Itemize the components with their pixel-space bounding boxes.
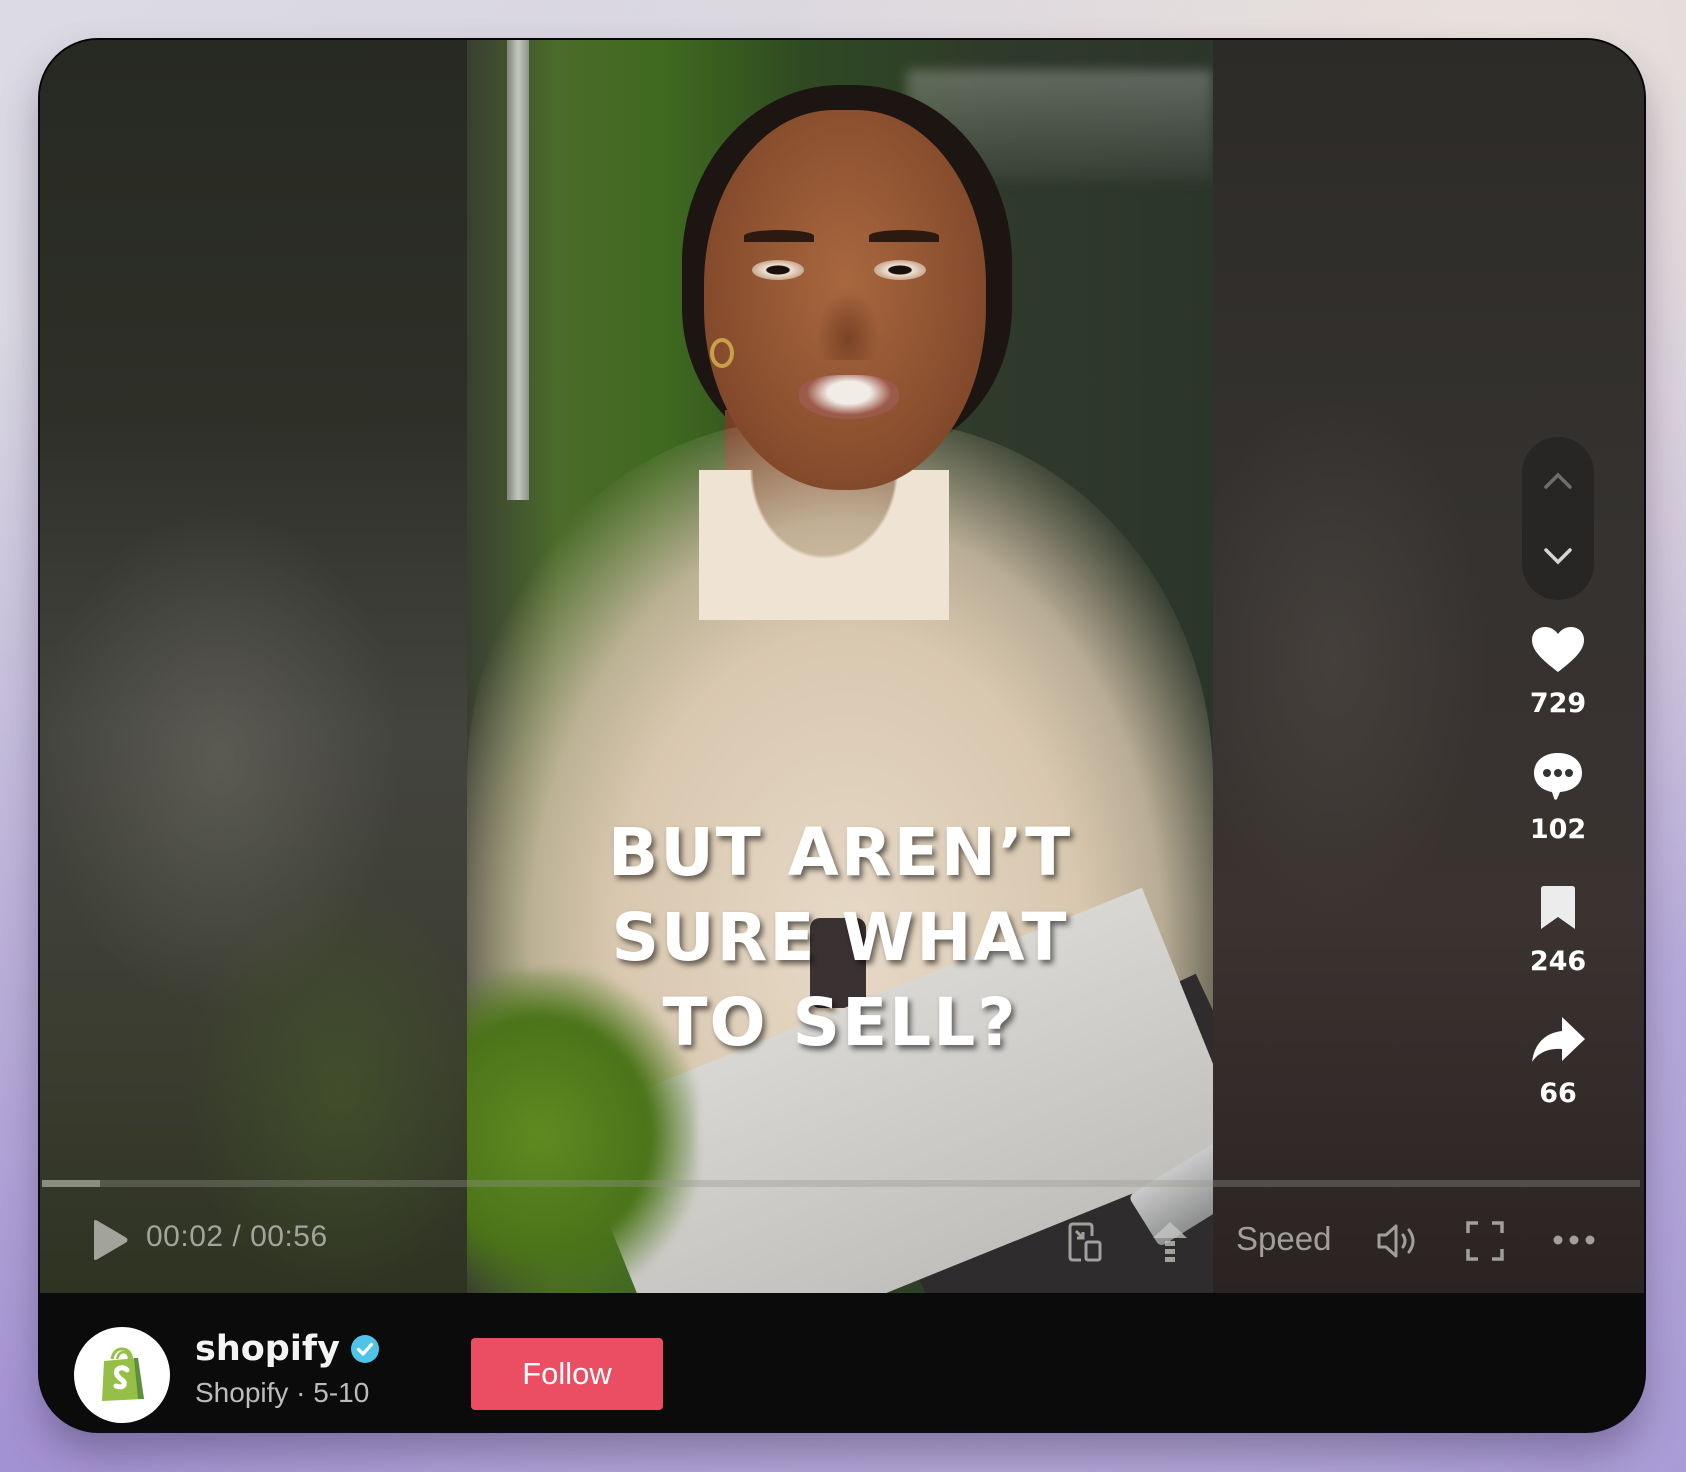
more-options-button[interactable] — [1552, 1232, 1596, 1248]
play-button[interactable] — [90, 1218, 130, 1262]
share-action[interactable]: 66 — [1518, 1012, 1598, 1109]
video-scene-pole — [507, 40, 529, 500]
picture-in-picture-button[interactable] — [1067, 1222, 1103, 1262]
caption-line: TO SELL? — [662, 984, 1018, 1061]
verified-badge-icon — [350, 1335, 379, 1363]
picture-in-picture-icon — [1068, 1222, 1102, 1262]
video-scene-eye — [874, 260, 926, 280]
upload-button[interactable] — [1152, 1220, 1188, 1264]
video-card: BUT AREN’T SURE WHAT TO SELL? 00:02 / 00… — [40, 40, 1644, 1431]
video-scene-brow — [869, 230, 939, 242]
speed-button[interactable]: Speed — [1236, 1220, 1331, 1258]
video-frame[interactable] — [467, 40, 1213, 1293]
video-scene-brow — [744, 230, 814, 242]
previous-video-button[interactable] — [1522, 445, 1594, 517]
video-scene-nose — [816, 290, 880, 360]
chevron-up-icon — [1544, 472, 1572, 489]
video-scene-mouth — [799, 375, 899, 419]
volume-icon — [1377, 1224, 1415, 1258]
fullscreen-icon — [1466, 1221, 1504, 1261]
author-avatar[interactable] — [74, 1327, 170, 1423]
like-button[interactable] — [1530, 622, 1586, 678]
share-count: 66 — [1539, 1078, 1577, 1109]
video-scene-collar — [699, 470, 949, 620]
author-username[interactable]: shopify — [195, 1329, 340, 1369]
like-count: 729 — [1529, 688, 1587, 719]
author-subline: Shopify · 5-10 — [195, 1377, 370, 1408]
fullscreen-button[interactable] — [1466, 1221, 1504, 1261]
caption-line: BUT AREN’T — [607, 814, 1073, 891]
video-scene-face — [704, 110, 986, 490]
share-button[interactable] — [1530, 1012, 1586, 1068]
play-icon — [94, 1220, 128, 1260]
blurred-backdrop-left — [40, 40, 467, 1293]
heart-icon — [1532, 627, 1584, 672]
video-scene-eye — [752, 260, 804, 280]
volume-button[interactable] — [1376, 1222, 1422, 1260]
video-caption: BUT AREN’T SURE WHAT TO SELL? — [467, 810, 1213, 1065]
caption-line: SURE WHAT — [611, 899, 1069, 976]
like-action[interactable]: 729 — [1518, 622, 1598, 719]
video-scene-earring — [710, 338, 734, 368]
arrow-up-icon — [1153, 1222, 1187, 1262]
save-action[interactable]: 246 — [1518, 880, 1598, 977]
video-navigation — [1522, 437, 1594, 600]
shopify-bag-logo — [102, 1347, 144, 1401]
progress-bar[interactable] — [42, 1180, 1640, 1187]
share-arrow-icon — [1532, 1017, 1585, 1062]
comment-count: 102 — [1529, 814, 1587, 845]
author-bar: shopify Shopify · 5-10 Follow — [40, 1293, 1644, 1431]
follow-button[interactable]: Follow — [471, 1338, 663, 1410]
chevron-down-icon — [1544, 548, 1572, 565]
bookmark-icon — [1541, 886, 1575, 929]
next-video-button[interactable] — [1522, 520, 1594, 592]
comment-icon — [1534, 753, 1582, 800]
comment-button[interactable] — [1530, 748, 1586, 804]
comment-action[interactable]: 102 — [1518, 748, 1598, 845]
more-horizontal-icon — [1553, 1235, 1595, 1245]
video-player[interactable]: BUT AREN’T SURE WHAT TO SELL? 00:02 / 00… — [40, 40, 1644, 1293]
author-name-row: shopify — [195, 1329, 380, 1369]
time-display: 00:02 / 00:56 — [146, 1220, 328, 1253]
progress-fill — [42, 1180, 100, 1187]
save-count: 246 — [1529, 946, 1587, 977]
save-button[interactable] — [1530, 880, 1586, 936]
